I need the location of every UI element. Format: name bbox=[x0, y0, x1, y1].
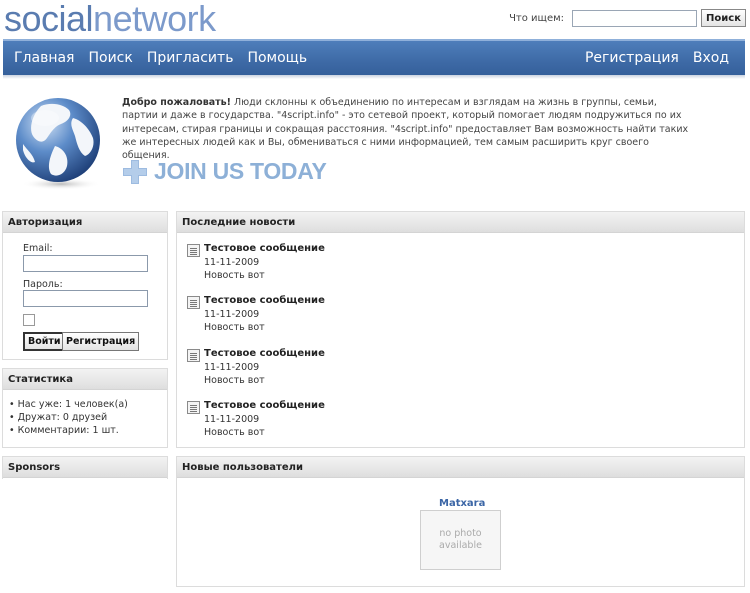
news-item-date: 11-11-2009 bbox=[204, 309, 260, 320]
nav-shadow bbox=[3, 75, 745, 79]
join-us-label: JOIN US TODAY bbox=[154, 158, 327, 184]
no-photo-line1: no photo bbox=[439, 528, 482, 539]
sponsors-title: Sponsors bbox=[3, 457, 167, 478]
stats-item-comments: Комментарии: 1 шт. bbox=[9, 424, 167, 437]
news-document-icon bbox=[187, 244, 200, 257]
password-field[interactable] bbox=[23, 290, 148, 307]
search-form: Что ищем: Поиск bbox=[509, 9, 746, 27]
auth-title: Авторизация bbox=[3, 212, 167, 233]
nav-home[interactable]: Главная bbox=[14, 50, 74, 66]
nav-invite[interactable]: Пригласить bbox=[147, 50, 234, 66]
stats-panel: Статистика Нас уже: 1 человек(а) Дружат:… bbox=[2, 368, 168, 448]
nav-register[interactable]: Регистрация bbox=[585, 50, 679, 66]
search-button[interactable]: Поиск bbox=[701, 9, 746, 27]
logo-network: network bbox=[93, 0, 216, 39]
news-title: Последние новости bbox=[177, 212, 744, 233]
intro-text: Добро пожаловать! Люди склонны к объедин… bbox=[122, 96, 692, 162]
news-document-icon bbox=[187, 349, 200, 362]
news-item-date: 11-11-2009 bbox=[204, 362, 260, 373]
news-item-body: Новость вот bbox=[204, 375, 265, 386]
password-label: Пароль: bbox=[23, 279, 63, 290]
nav-login[interactable]: Вход bbox=[693, 50, 729, 66]
globe-icon bbox=[16, 98, 101, 190]
news-item-title[interactable]: Тестовое сообщение bbox=[204, 295, 325, 306]
no-photo-line2: available bbox=[439, 540, 482, 551]
email-field[interactable] bbox=[23, 255, 148, 272]
new-users-title: Новые пользователи bbox=[177, 457, 744, 478]
search-input[interactable] bbox=[572, 9, 698, 27]
new-users-panel: Новые пользователи Matxara no photo avai… bbox=[176, 456, 745, 587]
plus-icon bbox=[123, 159, 147, 184]
stats-title: Статистика bbox=[3, 369, 167, 390]
news-item-body: Новость вот bbox=[204, 270, 265, 281]
remember-checkbox[interactable] bbox=[23, 314, 35, 326]
stats-item-members: Нас уже: 1 человек(а) bbox=[9, 398, 167, 411]
login-button[interactable]: Войти bbox=[23, 332, 66, 351]
news-item-date: 11-11-2009 bbox=[204, 414, 260, 425]
stats-list: Нас уже: 1 человек(а) Дружат: 0 друзей К… bbox=[3, 390, 167, 438]
user-name-link[interactable]: Matxara bbox=[439, 498, 485, 509]
news-item-body: Новость вот bbox=[204, 427, 265, 438]
news-item-title[interactable]: Тестовое сообщение bbox=[204, 400, 325, 411]
news-item-date: 11-11-2009 bbox=[204, 257, 260, 268]
sponsors-panel: Sponsors bbox=[2, 456, 168, 479]
user-avatar[interactable]: no photo available bbox=[420, 510, 501, 570]
news-item-body: Новость вот bbox=[204, 322, 265, 333]
join-us-link[interactable]: JOIN US TODAY bbox=[122, 158, 327, 185]
news-document-icon bbox=[187, 296, 200, 309]
main-nav: Главная Поиск Пригласить Помощь Регистра… bbox=[3, 39, 745, 75]
news-item-title[interactable]: Тестовое сообщение bbox=[204, 243, 325, 254]
welcome-heading: Добро пожаловать! bbox=[122, 97, 231, 108]
news-panel: Последние новости Тестовое сообщение 11-… bbox=[176, 211, 745, 448]
news-item-title[interactable]: Тестовое сообщение bbox=[204, 348, 325, 359]
nav-help[interactable]: Помощь bbox=[247, 50, 307, 66]
nav-search[interactable]: Поиск bbox=[88, 50, 132, 66]
search-label: Что ищем: bbox=[509, 12, 565, 24]
register-button[interactable]: Регистрация bbox=[62, 332, 140, 351]
news-document-icon bbox=[187, 401, 200, 414]
stats-item-friends: Дружат: 0 друзей bbox=[9, 411, 167, 424]
logo-social: social bbox=[4, 0, 94, 39]
auth-panel: Авторизация Email: Пароль: Войти Регистр… bbox=[2, 211, 168, 360]
email-label: Email: bbox=[23, 243, 53, 254]
site-logo[interactable]: socialnetwork bbox=[4, 0, 216, 40]
